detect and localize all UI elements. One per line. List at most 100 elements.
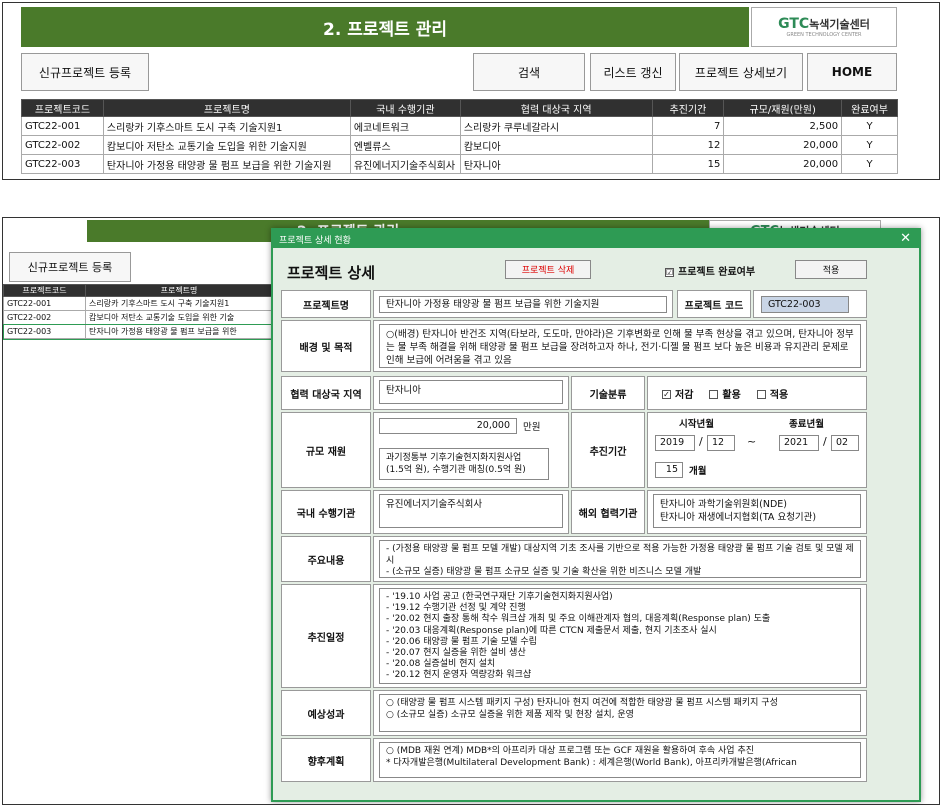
cell-code: GTC22-003 <box>3 324 86 339</box>
cell-code: GTC22-001 <box>21 116 104 136</box>
col-scale: 규모/재원(만원) <box>723 99 843 117</box>
background-field[interactable]: ○(배경) 탄자니아 반건조 지역(타보라, 도도마, 만야라)은 기후변화로 … <box>379 324 861 368</box>
project-name-label: 프로젝트명 <box>281 290 371 318</box>
col-domestic: 국내 수행기관 <box>349 99 461 117</box>
project-table-behind: 프로젝트코드 프로젝트명 GTC22-001 스리랑카 기후스마트 도시 구축 … <box>3 284 274 340</box>
col-code: 프로젝트코드 <box>21 99 104 117</box>
project-name-field[interactable]: 탄자니아 가정용 태양광 물 펌프 보급을 위한 기술지원 <box>379 296 667 313</box>
future-plan-label: 향후계획 <box>281 738 371 782</box>
table-header-row: 프로젝트코드 프로젝트명 <box>3 284 273 297</box>
overseas-org-field[interactable]: 탄자니아 과학기술위원회(NDE) 탄자니아 재생에너지협회(TA 요청기관) <box>653 494 861 528</box>
start-label: 시작년월 <box>679 419 714 430</box>
list-item: - '20.08 실증설비 현지 설치 <box>386 659 496 670</box>
future-plan-field[interactable]: ○ (MDB 재원 연계) MDB*의 아프리카 대상 프로그램 또는 GCF … <box>379 742 861 778</box>
cell-code: GTC22-002 <box>3 310 86 325</box>
project-code-field[interactable]: GTC22-003 <box>761 296 849 313</box>
outcome-field[interactable]: ○ (태양광 물 펌프 시스템 패키지 구성) 탄자니아 현지 여건에 적합한 … <box>379 694 861 732</box>
overseas-org-label: 해외 협력기관 <box>571 490 645 534</box>
list-item: - '20.06 태양광 물 펌프 기술 모델 수립 <box>386 636 537 647</box>
cell-complete: Y <box>841 135 898 155</box>
list-item: - '20.12 현지 운영자 역량강화 워크샵 <box>386 670 532 681</box>
scale-amount-field[interactable]: 20,000 <box>379 418 517 434</box>
scale-desc-field[interactable]: 과기정통부 기후기술현지화지원사업 (1.5억 원), 수행기관 매칭(0.5억… <box>379 448 549 480</box>
tech-option-adaptation[interactable]: 적용 <box>756 386 789 401</box>
refresh-list-button[interactable]: 리스트 갱신 <box>590 53 676 91</box>
gtc-logo: GTC녹색기술센터 GREEN TECHNOLOGY CENTER <box>751 7 897 47</box>
cell-name: 탄자니아 가정용 태양광 물 펌프 보급을 위한 <box>85 324 273 339</box>
cell-domestic: 엔벨류스 <box>349 135 461 155</box>
tech-option-mitigation[interactable]: ✓ 저감 <box>662 386 693 401</box>
apply-button[interactable]: 적용 <box>795 260 867 279</box>
domestic-org-field[interactable]: 유진에너지기술주식회사 <box>379 494 563 528</box>
main-content-field[interactable]: - (가정용 태양광 물 펌프 모델 개발) 대상지역 기초 조사를 기반으로 … <box>379 540 861 578</box>
table-row[interactable]: GTC22-003 탄자니아 가정용 태양광 물 펌프 보급을 위한 기술지원 … <box>21 154 898 174</box>
end-label: 종료년월 <box>789 419 824 430</box>
complete-label: 프로젝트 완료여부 <box>678 267 756 278</box>
cell-region: 스리랑카 쿠루네갈라시 <box>459 116 653 136</box>
table-row[interactable]: GTC22-001 스리랑카 기후스마트 도시 구축 기술지원1 <box>3 296 273 311</box>
schedule-label: 추진일정 <box>281 584 371 688</box>
delete-project-button[interactable]: 프로젝트 삭제 <box>505 260 591 279</box>
cell-name: 스리랑카 기후스마트 도시 구축 기술지원1 <box>85 296 273 311</box>
date-separator: / <box>699 435 703 448</box>
date-range-tilde: ~ <box>747 435 757 448</box>
background-label: 배경 및 목적 <box>281 320 371 372</box>
cell-name: 탄자니아 가정용 태양광 물 펌프 보급을 위한 기술지원 <box>102 154 351 174</box>
table-row[interactable]: GTC22-003 탄자니아 가정용 태양광 물 펌프 보급을 위한 <box>3 323 274 340</box>
list-item: - '19.12 수행기관 선정 및 계약 진행 <box>386 603 526 614</box>
col-code: 프로젝트코드 <box>3 284 86 297</box>
register-project-button-behind[interactable]: 신규프로젝트 등록 <box>9 252 131 282</box>
main-content-label: 주요내용 <box>281 536 371 582</box>
tech-option-utilization[interactable]: 활용 <box>709 386 741 401</box>
tech-category-label: 기술분류 <box>571 376 645 410</box>
domestic-org-label: 국내 수행기관 <box>281 490 371 534</box>
project-detail-dialog: 프로젝트 상세 현황 ✕ 프로젝트 상세 프로젝트 삭제 ☑ 프로젝트 완료여부 … <box>271 228 921 802</box>
end-year-field[interactable]: 2021 <box>779 435 819 451</box>
cell-region: 탄자니아 <box>459 154 653 174</box>
cell-scale: 2,500 <box>723 116 843 136</box>
logo-en: GREEN TECHNOLOGY CENTER <box>786 32 862 38</box>
months-field[interactable]: 15 <box>655 462 683 478</box>
col-complete: 완료여부 <box>841 99 898 117</box>
schedule-field[interactable]: - '19.10 사업 공고 (한국연구재단 기후기술현지화지원사업) - '1… <box>379 588 861 684</box>
cell-code: GTC22-003 <box>21 154 104 174</box>
cell-name: 스리랑카 기후스마트 도시 구축 기술지원1 <box>102 116 351 136</box>
checkbox-icon: ✓ <box>662 390 671 399</box>
start-year-field[interactable]: 2019 <box>655 435 695 451</box>
dialog-heading: 프로젝트 상세 <box>287 264 376 282</box>
table-header-row: 프로젝트코드 프로젝트명 국내 수행기관 협력 대상국 지역 추진기간 규모/재… <box>21 99 898 117</box>
cell-scale: 20,000 <box>723 154 843 174</box>
list-item: - '20.02 현지 출장 통해 착수 워크샵 개최 및 주요 이해관계자 협… <box>386 614 771 625</box>
cell-domestic: 에코네트워크 <box>349 116 461 136</box>
logo-main: GTC <box>778 16 810 32</box>
start-month-field[interactable]: 12 <box>707 435 735 451</box>
project-table: 프로젝트코드 프로젝트명 국내 수행기관 협력 대상국 지역 추진기간 규모/재… <box>21 99 898 174</box>
cell-period: 15 <box>651 154 725 174</box>
logo-sub: 녹색기술센터 <box>809 18 870 31</box>
scale-label: 규모 재원 <box>281 412 371 488</box>
cell-region: 캄보디아 <box>459 135 653 155</box>
schedule-list: - '19.10 사업 공고 (한국연구재단 기후기술현지화지원사업) - '1… <box>386 592 854 682</box>
list-item: - '20.07 현지 실증을 위한 설비 생산 <box>386 648 526 659</box>
tech-category-cell: ✓ 저감 활용 적용 <box>647 376 867 410</box>
cell-name: 캄보디아 저탄소 교통기술 도입을 위한 기술지원 <box>102 135 351 155</box>
col-region: 협력 대상국 지역 <box>459 99 653 117</box>
end-month-field[interactable]: 02 <box>831 435 859 451</box>
tech-option-label: 적용 <box>769 389 789 401</box>
outcome-label: 예상성과 <box>281 690 371 736</box>
tech-option-label: 저감 <box>675 389 694 401</box>
register-project-button[interactable]: 신규프로젝트 등록 <box>21 53 149 91</box>
cell-name: 캄보디아 저탄소 교통기술 도입을 위한 기술 <box>85 310 273 325</box>
period-label: 추진기간 <box>571 412 645 488</box>
region-label: 협력 대상국 지역 <box>281 376 371 410</box>
table-row[interactable]: GTC22-001 스리랑카 기후스마트 도시 구축 기술지원1 에코네트워크 … <box>21 116 898 136</box>
table-row[interactable]: GTC22-002 캄보디아 저탄소 교통기술 도입을 위한 기술 <box>3 310 273 325</box>
table-row[interactable]: GTC22-002 캄보디아 저탄소 교통기술 도입을 위한 기술지원 엔벨류스… <box>21 135 898 155</box>
complete-checkbox[interactable]: ☑ 프로젝트 완료여부 <box>665 263 755 278</box>
home-button[interactable]: HOME <box>807 53 897 91</box>
project-detail-button[interactable]: 프로젝트 상세보기 <box>679 53 803 91</box>
region-field[interactable]: 탄자니아 <box>379 380 563 404</box>
search-button[interactable]: 검색 <box>473 53 585 91</box>
close-icon[interactable]: ✕ <box>900 231 911 246</box>
cell-code: GTC22-001 <box>3 296 86 311</box>
